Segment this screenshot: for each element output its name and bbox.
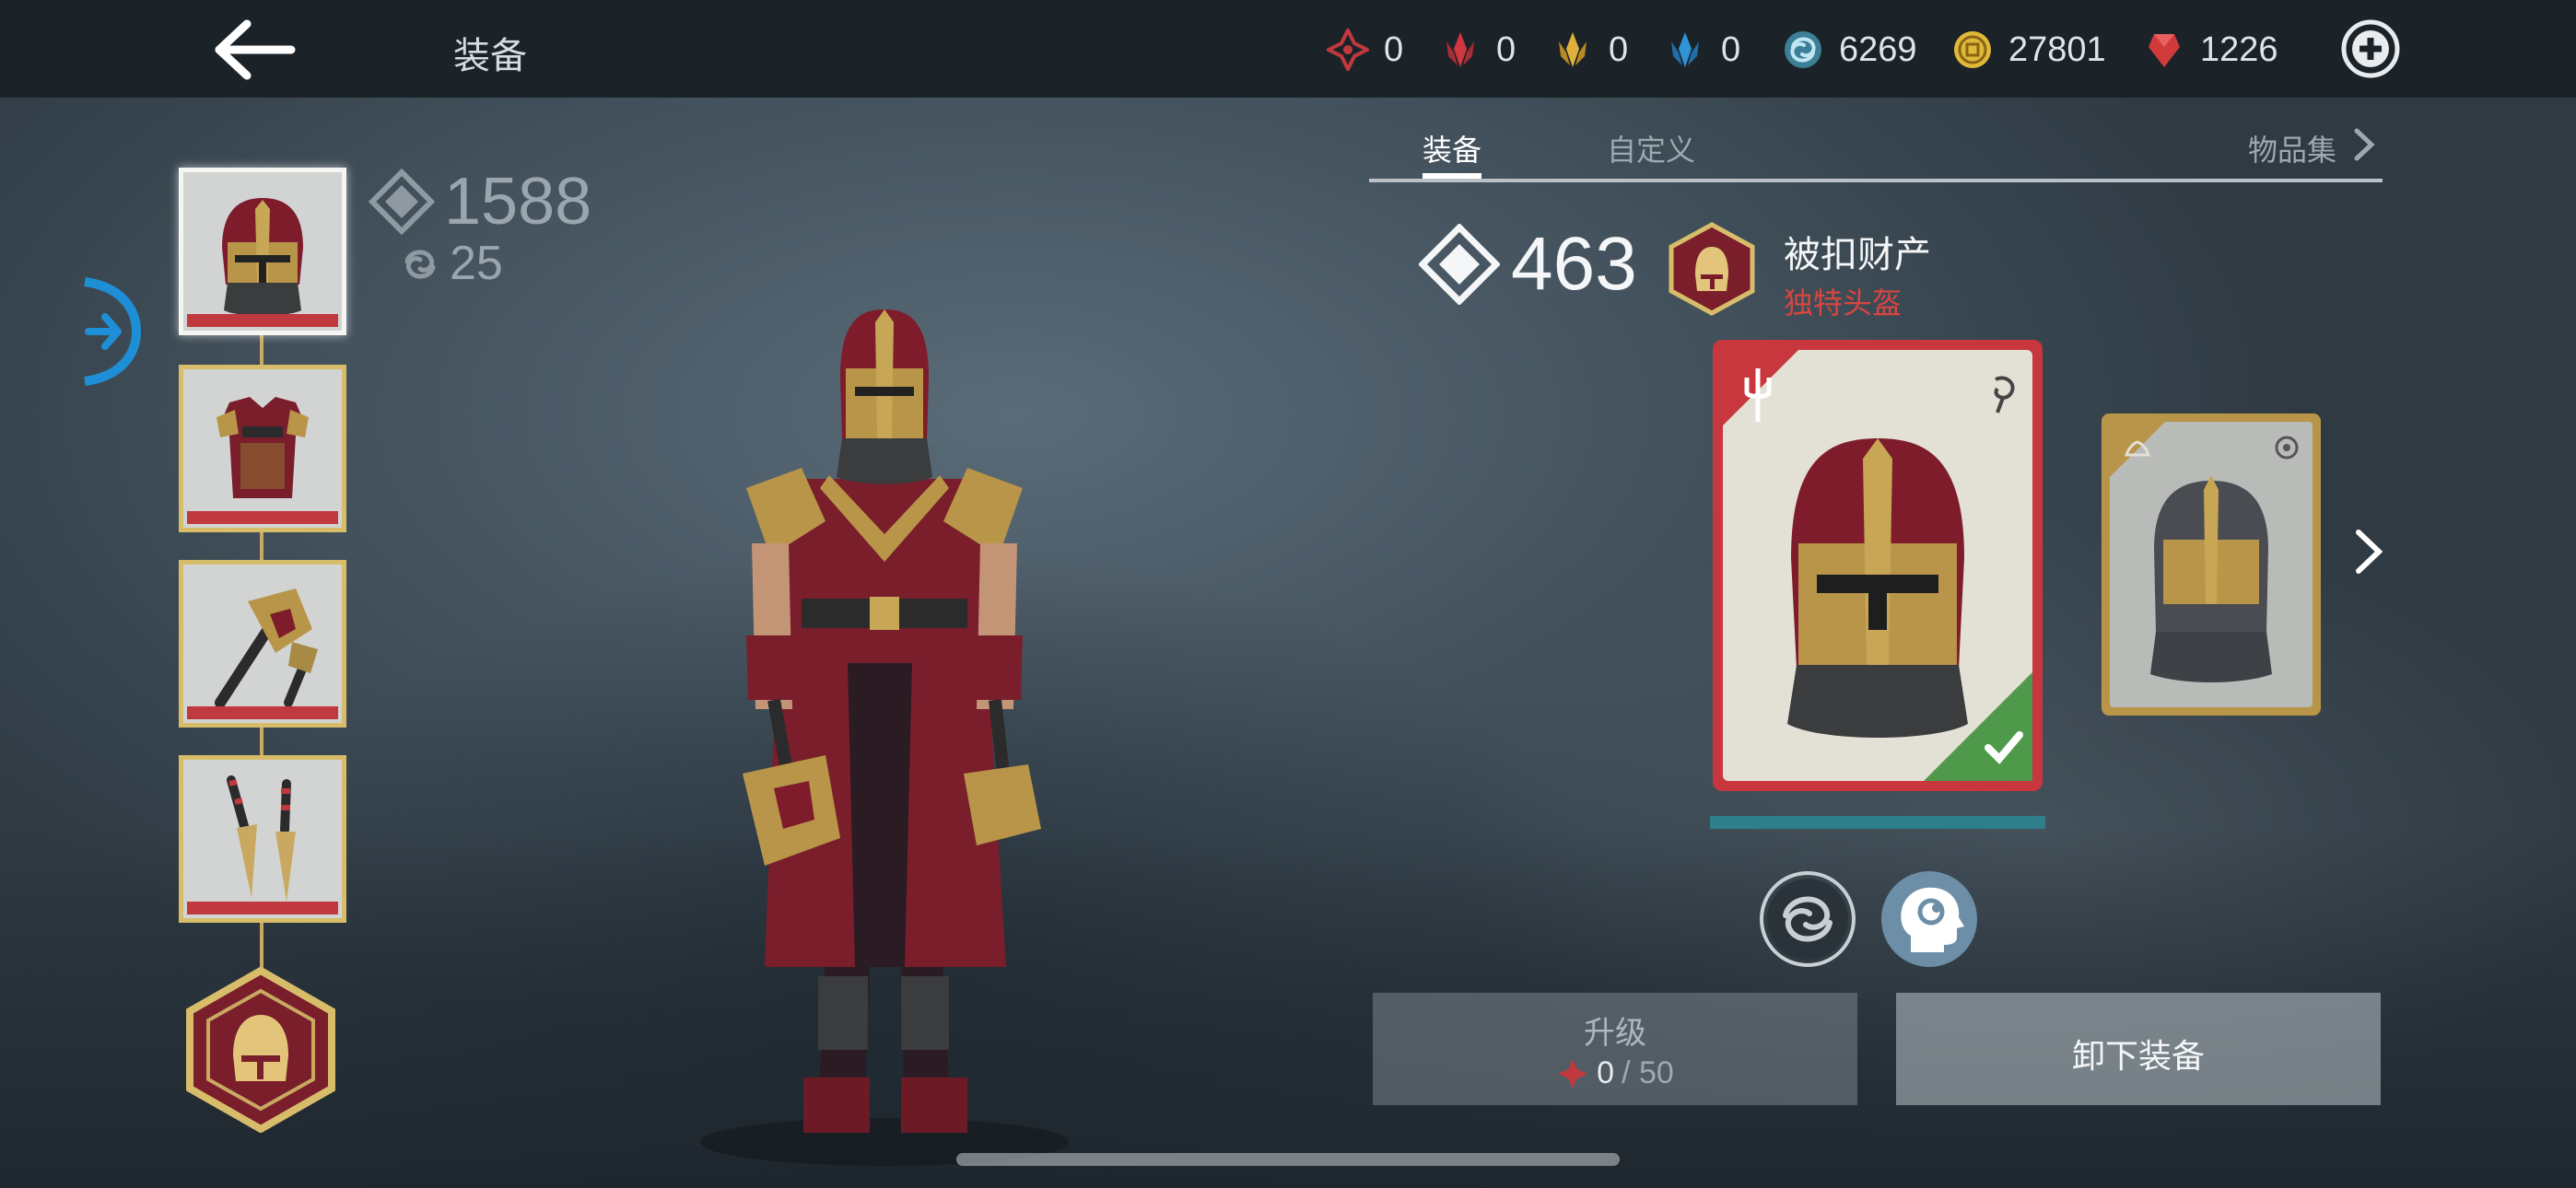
upgrade-have: 0	[1597, 1055, 1615, 1090]
back-arrow-icon	[215, 19, 296, 80]
unequip-label: 卸下装备	[2071, 1038, 2205, 1076]
red-crystal-icon	[1446, 32, 1474, 67]
item-progress-bar	[1710, 816, 2045, 829]
item-gear-score: 463	[1419, 221, 1637, 308]
slot-durability-bar	[187, 902, 338, 914]
item-card-selected[interactable]	[1710, 337, 2045, 794]
upgrade-need: / 50	[1622, 1055, 1674, 1090]
unequip-button[interactable]: 卸下装备	[1896, 993, 2381, 1105]
helmet-illustration	[2150, 475, 2272, 682]
gold-crystal-icon	[1559, 32, 1587, 67]
top-bar: 装备 0 0 0 0 6269 27801 1226	[0, 0, 2576, 98]
tab-customize[interactable]: 自定义	[1607, 127, 1695, 169]
upgrade-label: 升级	[1584, 1015, 1646, 1052]
total-gear-score: 1588	[369, 164, 591, 239]
daggers-icon	[227, 775, 296, 902]
item-card-alternate[interactable]	[2099, 411, 2324, 718]
item-type: 独特头盔	[1784, 285, 1903, 320]
currency-spiral[interactable]: 6269	[1782, 20, 1917, 79]
currency-value: 0	[1496, 29, 1516, 69]
red-star-icon	[1558, 1058, 1588, 1089]
plus-circle-icon	[2341, 19, 2400, 78]
currency-value: 0	[1384, 29, 1404, 69]
gear-score-value: 1588	[444, 165, 592, 239]
expand-arrow-icon	[84, 277, 142, 386]
perk-swirl-icon[interactable]	[1758, 869, 1857, 969]
currency-gold-coin[interactable]: 27801	[1951, 20, 2106, 79]
expand-panel-button[interactable]	[79, 274, 144, 389]
currency-value: 0	[1721, 29, 1741, 69]
page-title: 装备	[453, 35, 527, 77]
add-currency-button[interactable]	[2340, 18, 2401, 79]
swirl-icon	[404, 250, 436, 279]
class-badge[interactable]	[182, 966, 339, 1134]
tab-collection[interactable]: 物品集	[2248, 127, 2336, 169]
ruby-icon	[2149, 34, 2180, 67]
currency-gold-crystal[interactable]: 0	[1551, 20, 1628, 79]
tab-equipment[interactable]: 装备	[1423, 127, 1482, 179]
chevron-right-icon[interactable]	[2346, 123, 2383, 166]
detail-tabs: 装备 自定义 物品集	[1369, 120, 2383, 186]
currency-value: 0	[1609, 29, 1629, 69]
currency-ruby[interactable]: 1226	[2143, 20, 2278, 79]
currency-value: 1226	[2200, 29, 2278, 69]
slot-armor[interactable]	[179, 365, 346, 532]
currency-red-star[interactable]: 0	[1327, 20, 1403, 79]
currency-value: 6269	[1839, 29, 1917, 69]
item-name: 被扣财产	[1784, 234, 1931, 276]
home-indicator[interactable]	[956, 1153, 1620, 1166]
back-button[interactable]	[210, 13, 302, 87]
currency-value: 27801	[2008, 29, 2106, 69]
slot-ranged[interactable]	[179, 755, 346, 923]
coin-icon	[1954, 31, 1991, 68]
perk-mind-icon[interactable]	[1879, 869, 1979, 969]
slot-durability-bar	[187, 706, 338, 719]
helmet-icon	[222, 198, 303, 316]
spiral-icon	[1785, 31, 1821, 68]
armor-icon	[217, 397, 309, 498]
upgrade-cost: 0 / 50	[1373, 1055, 1857, 1091]
currency-blue-crystal[interactable]: 0	[1664, 20, 1740, 79]
sub-stat: 25	[398, 236, 503, 291]
sub-stat-value: 25	[450, 237, 503, 290]
character-model	[663, 267, 1106, 1170]
gear-score-icon	[1419, 224, 1500, 305]
gear-score-icon	[369, 169, 435, 235]
currency-red-crystal[interactable]: 0	[1439, 20, 1516, 79]
hammer-icon	[215, 588, 318, 708]
slot-weapon[interactable]	[179, 560, 346, 728]
item-gear-score-value: 463	[1511, 222, 1637, 306]
blue-crystal-icon	[1671, 32, 1699, 67]
slot-helmet[interactable]	[179, 168, 346, 335]
upgrade-button[interactable]: 升级 0 / 50	[1373, 993, 1857, 1105]
unique-helmet-emblem-icon	[1669, 222, 1755, 316]
slot-durability-bar	[187, 314, 338, 327]
slot-durability-bar	[187, 511, 338, 524]
helmet-illustration	[1787, 438, 1968, 738]
chevron-right-icon[interactable]	[2346, 523, 2392, 580]
tabs-divider	[1369, 179, 2383, 182]
red-star-icon	[1327, 29, 1369, 71]
helmet-badge-icon	[186, 966, 335, 1134]
